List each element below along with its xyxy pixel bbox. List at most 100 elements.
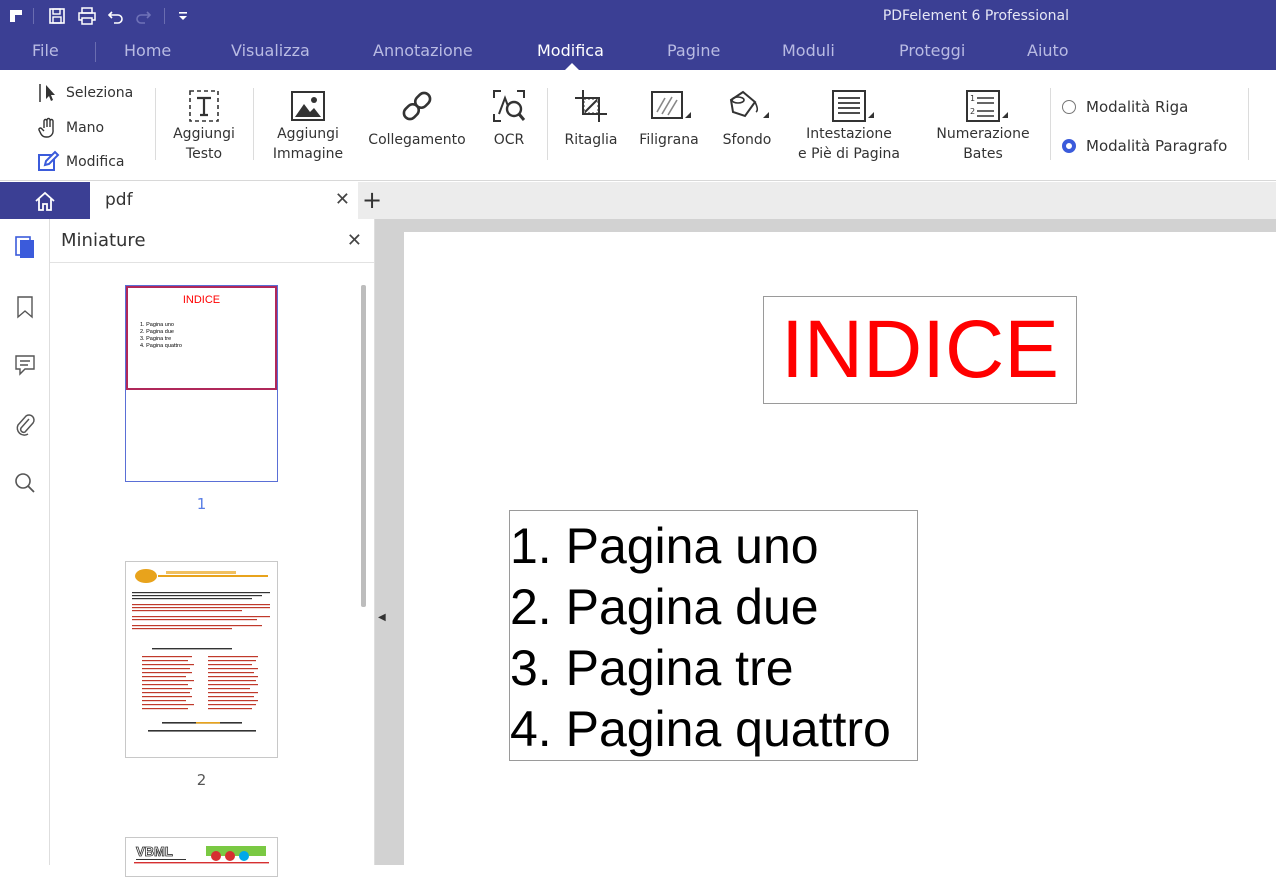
title-bar: PDFelement 6 Professional: [0, 0, 1276, 33]
menu-pagine[interactable]: Pagine: [667, 41, 720, 60]
background-bucket-icon: [723, 88, 771, 124]
ribbon-divider: [547, 88, 548, 160]
crop-label: Ritaglia: [564, 132, 618, 148]
edit-tool-button[interactable]: Modifica: [36, 148, 125, 176]
thumbnail-list-item: 1. Pagina uno: [140, 322, 174, 328]
hand-icon: [36, 116, 60, 140]
radio-button-selected[interactable]: [1062, 139, 1076, 153]
document-tab[interactable]: pdf ✕: [90, 182, 358, 219]
thumbnail-page-number: 1: [196, 495, 207, 513]
attachment-paperclip-icon[interactable]: [13, 413, 37, 437]
undo-icon[interactable]: [107, 6, 125, 26]
ribbon-divider: [253, 88, 254, 160]
add-image-icon: [290, 88, 326, 124]
hand-tool-button[interactable]: Mano: [36, 114, 104, 142]
thumbnail-page-2[interactable]: [125, 561, 278, 758]
close-tab-icon[interactable]: ✕: [335, 189, 350, 210]
menu-modifica[interactable]: Modifica: [537, 41, 604, 60]
close-panel-icon[interactable]: ✕: [347, 230, 362, 251]
qa-divider: [33, 8, 34, 24]
link-label: Collegamento: [368, 132, 466, 148]
select-tool-button[interactable]: Seleziona: [36, 79, 133, 107]
list-item: 4. Pagina quattro: [510, 701, 891, 757]
list-text-box[interactable]: 1. Pagina uno 2. Pagina due 3. Pagina tr…: [509, 510, 918, 761]
select-tool-label: Seleziona: [66, 85, 134, 101]
thumbnail-page-3[interactable]: VBML: [125, 837, 278, 877]
header-footer-label-1: Intestazione: [806, 126, 892, 142]
mode-line-label: Modalità Riga: [1086, 98, 1189, 116]
add-image-label-1: Aggiungi: [277, 126, 339, 142]
app-title: PDFelement 6 Professional: [882, 8, 1069, 24]
ocr-button[interactable]: OCR: [484, 88, 534, 150]
left-sidebar-strip: [0, 219, 50, 865]
menu-proteggi[interactable]: Proteggi: [899, 41, 965, 60]
list-item: 1. Pagina uno: [510, 518, 819, 574]
crop-button[interactable]: Ritaglia: [560, 88, 622, 150]
customize-quick-access-icon[interactable]: [177, 6, 189, 26]
document-tab-label: pdf: [105, 190, 133, 210]
thumbnail-heading: INDICE: [182, 294, 221, 306]
watermark-icon: [645, 88, 693, 124]
active-menu-caret: [565, 63, 579, 70]
menu-annotazione[interactable]: Annotazione: [373, 41, 473, 60]
menu-home[interactable]: Home: [124, 41, 171, 60]
thumbnail-page-2-preview: [132, 569, 270, 732]
bookmark-icon[interactable]: [13, 295, 37, 319]
thumbnail-list: 1. Pagina uno 2. Pagina due 3. Pagina tr…: [140, 322, 182, 350]
header-footer-button[interactable]: Intestazione e Piè di Pagina: [792, 88, 906, 164]
document-tab-bar: pdf ✕ +: [0, 182, 1276, 219]
edit-tool-label: Modifica: [66, 154, 125, 170]
menu-moduli[interactable]: Moduli: [782, 41, 835, 60]
thumbnail-list-item: 3. Pagina tre: [140, 336, 172, 342]
search-icon[interactable]: [13, 471, 37, 495]
cursor-select-icon: [36, 81, 60, 105]
page-heading: INDICE: [781, 304, 1059, 395]
add-image-label-2: Immagine: [272, 146, 344, 162]
ribbon-divider: [1248, 88, 1249, 160]
svg-text:2: 2: [970, 107, 975, 116]
svg-text:VBML: VBML: [136, 844, 173, 859]
menu-bar: File Home Visualizza Annotazione Modific…: [0, 33, 1276, 70]
thumbnails-panel: Miniature ✕ INDICE 1. Pagina uno 2. Pagi…: [50, 219, 375, 877]
hand-tool-label: Mano: [66, 120, 105, 136]
bates-numbering-label-1: Numerazione: [936, 126, 1030, 142]
home-tab[interactable]: [0, 182, 90, 219]
app-logo-icon[interactable]: [8, 6, 24, 26]
add-text-label-1: Aggiungi: [173, 126, 235, 142]
add-text-button[interactable]: Aggiungi Testo: [166, 88, 242, 164]
heading-text-box[interactable]: INDICE: [763, 296, 1077, 404]
mode-paragraph-radio[interactable]: Modalità Paragrafo: [1062, 137, 1227, 155]
header-footer-icon: [819, 88, 879, 124]
ribbon-toolbar: Seleziona Mano Modifica Aggiungi Testo A…: [0, 70, 1276, 181]
collapse-panel-arrow-icon[interactable]: ◀: [378, 612, 390, 636]
ocr-icon: [491, 88, 527, 124]
list-item: 3. Pagina tre: [510, 640, 794, 696]
thumbnails-icon[interactable]: [13, 235, 37, 259]
bates-numbering-button[interactable]: 12 Numerazione Bates: [925, 88, 1041, 164]
ribbon-divider: [1050, 88, 1051, 160]
link-chain-icon: [399, 88, 435, 124]
thumbnail-page-1[interactable]: INDICE 1. Pagina uno 2. Pagina due 3. Pa…: [125, 285, 278, 482]
background-button[interactable]: Sfondo: [713, 88, 781, 150]
thumbnail-page-number: 2: [196, 771, 207, 789]
add-tab-icon[interactable]: +: [362, 186, 382, 214]
save-icon[interactable]: [48, 6, 66, 26]
add-image-button[interactable]: Aggiungi Immagine: [266, 88, 350, 164]
thumbnail-page-3-preview: VBML: [134, 844, 269, 864]
thumbnails-scrollbar[interactable]: [361, 285, 366, 607]
watermark-button[interactable]: Filigrana: [634, 88, 704, 150]
mode-line-radio[interactable]: Modalità Riga: [1062, 98, 1188, 116]
print-icon[interactable]: [77, 6, 97, 26]
comments-icon[interactable]: [13, 353, 37, 377]
redo-icon[interactable]: [134, 6, 152, 26]
radio-button-unselected[interactable]: [1062, 100, 1076, 114]
thumbnail-list-item: 2. Pagina due: [140, 329, 174, 335]
ribbon-divider: [155, 88, 156, 160]
menu-aiuto[interactable]: Aiuto: [1027, 41, 1069, 60]
link-button[interactable]: Collegamento: [362, 88, 472, 150]
menu-visualizza[interactable]: Visualizza: [231, 41, 310, 60]
bates-numbering-icon: 12: [953, 88, 1013, 124]
menu-file[interactable]: File: [32, 41, 59, 60]
header-footer-label-2: e Piè di Pagina: [798, 146, 900, 162]
thumbnails-panel-header: Miniature ✕: [50, 219, 374, 263]
